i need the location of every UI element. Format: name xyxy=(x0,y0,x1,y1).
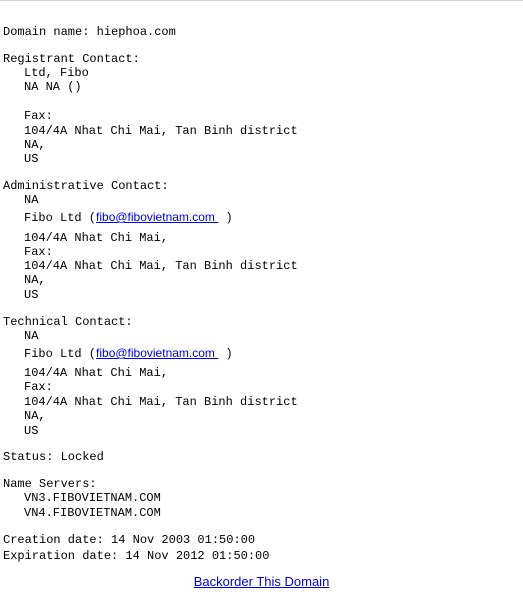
tech-heading: Technical Contact: xyxy=(3,315,133,329)
tech-line1: NA xyxy=(24,329,39,343)
admin-fax: Fax: xyxy=(24,245,53,259)
tech-fax: Fax: xyxy=(24,380,53,394)
creation-date: Creation date: 14 Nov 2003 01:50:00 xyxy=(3,533,256,547)
status: Status: Locked xyxy=(3,450,104,464)
admin-heading: Administrative Contact: xyxy=(3,179,169,193)
backorder-container: Backorder This Domain xyxy=(0,574,523,590)
tech-close: ) xyxy=(225,347,233,361)
tech-state: NA, xyxy=(24,409,46,423)
expiration-date: Expiration date: 14 Nov 2012 01:50:00 xyxy=(3,549,270,563)
tech-country: US xyxy=(24,424,39,438)
registrant-name: Ltd, Fibo xyxy=(24,66,89,80)
domain-name: Domain name: hiephoa.com xyxy=(3,25,176,39)
registrant-country: US xyxy=(24,152,39,166)
registrant-state: NA, xyxy=(24,138,46,152)
top-divider xyxy=(0,0,523,1)
tech-street: 104/4A Nhat Chi Mai, xyxy=(24,366,169,380)
registrant-fax: Fax: xyxy=(24,109,53,123)
admin-country: US xyxy=(24,288,39,302)
tech-email-link[interactable]: fibo@fibovietnam.com xyxy=(96,346,218,360)
tech-org: Fibo Ltd ( xyxy=(24,347,97,361)
registrant-heading: Registrant Contact: xyxy=(3,52,140,66)
admin-email-link[interactable]: fibo@fibovietnam.com xyxy=(96,210,218,224)
tech-org-line: Fibo Ltd (fibo@fibovietnam.com ) xyxy=(24,346,233,361)
admin-street: 104/4A Nhat Chi Mai, xyxy=(24,231,169,245)
registrant-phone: NA NA () xyxy=(24,80,82,94)
admin-close: ) xyxy=(225,211,233,225)
name-server: VN3.FIBOVIETNAM.COM xyxy=(24,491,161,505)
backorder-link[interactable]: Backorder This Domain xyxy=(194,574,330,589)
admin-address: 104/4A Nhat Chi Mai, Tan Binh district xyxy=(24,259,298,273)
admin-org-line: Fibo Ltd (fibo@fibovietnam.com ) xyxy=(24,210,233,225)
tech-address: 104/4A Nhat Chi Mai, Tan Binh district xyxy=(24,395,298,409)
registrant-address: 104/4A Nhat Chi Mai, Tan Binh district xyxy=(24,124,298,138)
name-server: VN4.FIBOVIETNAM.COM xyxy=(24,506,161,520)
admin-org: Fibo Ltd ( xyxy=(24,211,97,225)
name-servers-heading: Name Servers: xyxy=(3,477,97,491)
admin-state: NA, xyxy=(24,273,46,287)
admin-line1: NA xyxy=(24,193,39,207)
